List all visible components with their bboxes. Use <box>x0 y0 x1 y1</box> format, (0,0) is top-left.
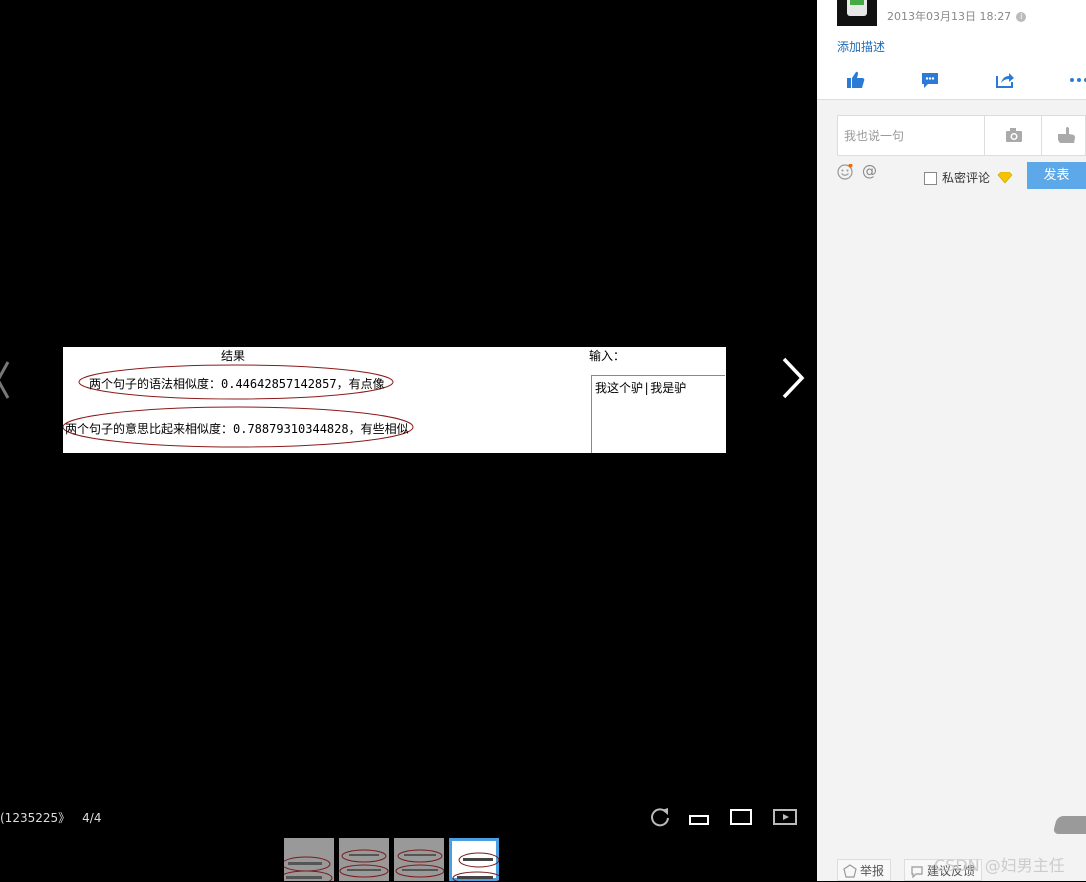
like-icon[interactable] <box>845 70 867 90</box>
meaning-similarity-text: 两个句子的意思比起来相似度：0.78879310344828，有些相似 <box>65 422 409 436</box>
report-label: 举报 <box>860 864 885 878</box>
private-comment-option: 私密评论 <box>924 169 1013 186</box>
post-date: 2013年03月13日 18:27 i <box>887 8 1027 24</box>
camera-icon <box>1006 128 1022 142</box>
comment-input[interactable] <box>838 116 996 155</box>
thumbnail-3[interactable] <box>394 838 444 881</box>
camera-button[interactable] <box>984 116 1042 155</box>
next-arrow-icon[interactable] <box>778 356 808 400</box>
private-comment-label: 私密评论 <box>942 171 991 185</box>
comment-box <box>837 115 1086 156</box>
photo-image: 结果 输入： 我这个驴|我是驴 两个句子的语法相似度：0.44642857142… <box>63 347 726 453</box>
info-icon[interactable]: i <box>1016 12 1027 22</box>
feedback-icon <box>911 866 923 878</box>
page-indicator: 4/4 <box>82 811 102 825</box>
grammar-similarity-text: 两个句子的语法相似度：0.44642857142857，有点像 <box>89 377 385 391</box>
photo-caption: (1235225》 4/4 <box>0 809 101 826</box>
input-box: 我这个驴|我是驴 <box>591 375 725 453</box>
private-comment-checkbox[interactable] <box>924 172 937 185</box>
report-button[interactable]: 举报 <box>837 859 892 881</box>
mention-hand-button[interactable] <box>1041 116 1086 155</box>
at-mention-icon[interactable]: @ <box>862 162 877 180</box>
comment-icon[interactable] <box>919 70 941 90</box>
post-header: 2013年03月13日 18:27 i 添加描述 <box>817 0 1086 100</box>
more-icon[interactable] <box>1068 70 1086 90</box>
vip-diamond-icon <box>997 172 1013 184</box>
previous-arrow-icon[interactable] <box>0 360 14 400</box>
rotate-icon[interactable] <box>649 806 671 828</box>
post-date-text: 2013年03月13日 18:27 <box>887 10 1012 23</box>
hand-icon <box>1058 127 1075 143</box>
add-description-link[interactable]: 添加描述 <box>837 38 885 55</box>
thumbnail-2[interactable] <box>339 838 389 881</box>
post-button[interactable]: 发表 <box>1027 162 1086 189</box>
thumbnail-4-selected[interactable] <box>449 838 499 881</box>
emoji-icon[interactable] <box>837 164 853 180</box>
report-icon <box>843 864 857 878</box>
side-panel: 2013年03月13日 18:27 i 添加描述 我也说一句 @ 私密评论 发表… <box>817 0 1086 881</box>
share-icon[interactable] <box>994 70 1016 90</box>
result-title: 结果 <box>221 349 246 363</box>
fit-size-icon[interactable] <box>688 806 710 828</box>
photo-viewer: 结果 输入： 我这个驴|我是驴 两个句子的语法相似度：0.44642857142… <box>0 0 817 881</box>
input-label: 输入： <box>589 349 626 363</box>
avatar[interactable] <box>837 0 877 26</box>
slideshow-icon[interactable] <box>772 806 798 828</box>
caption-id: (1235225》 <box>0 811 71 825</box>
ad-tag[interactable] <box>1052 816 1086 834</box>
csdn-watermark: CSDN @妇男主任 <box>934 856 1065 875</box>
original-size-icon[interactable] <box>729 806 753 828</box>
thumbnail-1[interactable] <box>284 838 334 881</box>
